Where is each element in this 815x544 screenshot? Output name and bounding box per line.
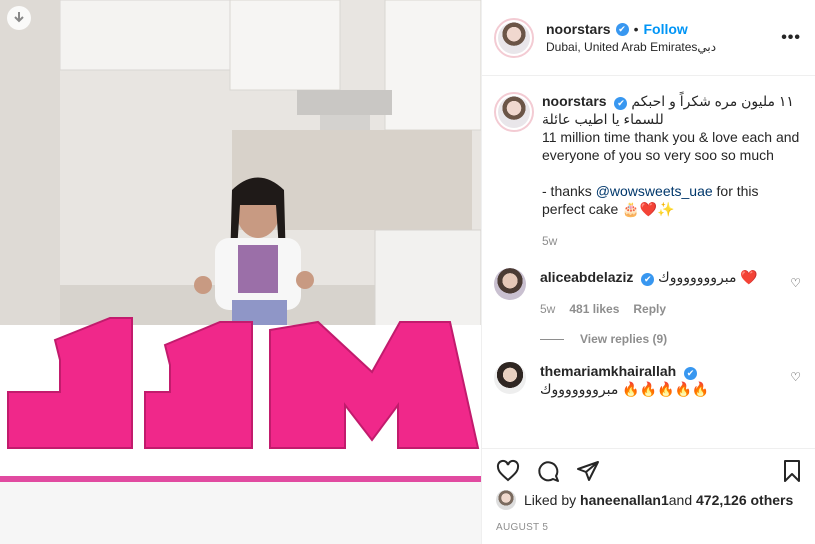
caption-username[interactable]: noorstars <box>542 93 607 109</box>
liker-username[interactable]: haneenallan1 <box>580 492 669 508</box>
likes-prefix: Liked by <box>524 492 577 508</box>
comment-time[interactable]: 5w <box>540 300 555 318</box>
heart-icon[interactable]: ♡ <box>790 370 801 384</box>
comments-list[interactable]: noorstars ✔ ١١ مليون مره شكراً و احبكم ل… <box>482 76 815 448</box>
view-replies-button[interactable]: View replies (9) <box>540 332 801 346</box>
action-bar <box>482 448 815 492</box>
view-replies-label: View replies (9) <box>580 332 668 346</box>
verified-badge-icon: ✔ <box>614 97 628 110</box>
commenter-avatar[interactable] <box>494 268 526 300</box>
share-icon[interactable] <box>576 459 600 483</box>
comment-username[interactable]: themariamkhairallah <box>540 363 676 379</box>
author-username[interactable]: noorstars <box>546 21 611 37</box>
reply-button[interactable]: Reply <box>633 300 666 318</box>
comment-icon[interactable] <box>536 459 560 483</box>
comment-username[interactable]: aliceabdelaziz <box>540 269 633 285</box>
kitchen-scene <box>0 0 481 544</box>
commenter-avatar[interactable] <box>494 362 526 394</box>
post-header: noorstars ✔ • Follow Dubai, United Arab … <box>482 0 815 76</box>
post-date[interactable]: AUGUST 5 <box>496 522 548 533</box>
caption-meta: 5w <box>542 232 801 250</box>
caption: noorstars ✔ ١١ مليون مره شكراً و احبكم ل… <box>494 92 801 250</box>
caption-mention-link[interactable]: @wowsweets_uae <box>596 183 713 199</box>
author-avatar[interactable] <box>494 17 534 58</box>
comment-likes[interactable]: 481 likes <box>569 300 619 318</box>
verified-badge-icon: ✔ <box>684 367 698 380</box>
comment-meta: 5w 481 likes Reply <box>540 300 801 318</box>
caption-thanks-prefix: - thanks <box>542 183 596 199</box>
caption-english: 11 million time thank you & love each an… <box>542 129 800 163</box>
comment-item: themariamkhairallah ✔ مبروووووووك 🔥🔥🔥🔥🔥 … <box>494 362 801 398</box>
verified-badge-icon: ✔ <box>641 273 655 286</box>
comment-text: مبروووووووك 🔥🔥🔥🔥🔥 <box>540 381 710 397</box>
comment-item: aliceabdelaziz ✔ مبروووووووك ❤️ 5w 481 l… <box>494 268 801 318</box>
liker-avatar <box>496 490 516 510</box>
caption-avatar[interactable] <box>494 92 534 132</box>
location-link[interactable]: Dubai, United Arab Emiratesدبي <box>546 40 781 54</box>
heart-icon[interactable] <box>496 459 520 483</box>
likes-middle: and <box>668 492 693 508</box>
post-image[interactable] <box>0 0 481 544</box>
bookmark-icon[interactable] <box>780 459 804 483</box>
heart-icon[interactable]: ♡ <box>790 276 801 290</box>
comment-text: مبروووووووك ❤️ <box>658 269 758 285</box>
follow-button[interactable]: Follow <box>643 21 687 37</box>
likes-summary[interactable]: Liked by haneenallan1 and 472,126 others <box>496 490 793 510</box>
download-icon[interactable] <box>7 6 31 30</box>
likes-count[interactable]: 472,126 others <box>696 492 793 508</box>
caption-time[interactable]: 5w <box>542 232 557 250</box>
separator-dot: • <box>633 21 639 37</box>
post-panel: noorstars ✔ • Follow Dubai, United Arab … <box>481 0 815 544</box>
verified-badge-icon: ✔ <box>615 22 629 36</box>
author-info: noorstars ✔ • Follow Dubai, United Arab … <box>546 21 781 54</box>
replies-divider <box>540 338 564 340</box>
more-options-icon[interactable]: ••• <box>781 29 801 47</box>
